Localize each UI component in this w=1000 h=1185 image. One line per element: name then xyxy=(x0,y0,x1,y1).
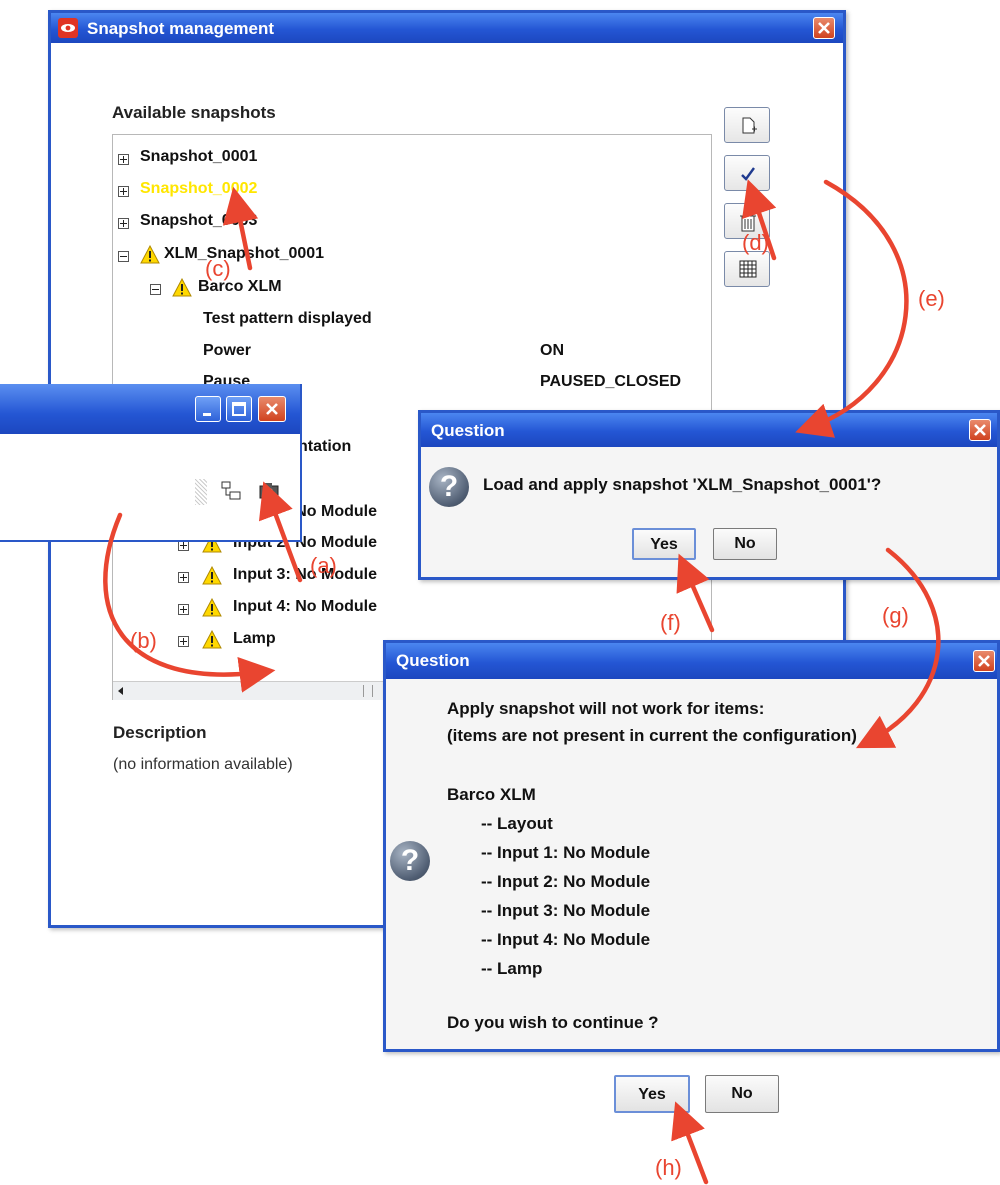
arrow-a xyxy=(258,481,303,583)
annotation-label-a: (a) xyxy=(310,553,337,578)
annotation-label-b: (b) xyxy=(130,628,157,653)
arrow-g xyxy=(855,547,941,749)
annotation-label-d: (d) xyxy=(742,230,769,255)
annotation-arrows xyxy=(103,179,941,1185)
arrow-h xyxy=(671,1101,709,1185)
annotation-label-e: (e) xyxy=(918,286,945,311)
arrow-f xyxy=(676,553,715,633)
annotation-label-c: (c) xyxy=(205,256,231,281)
arrow-e xyxy=(795,179,909,438)
annotation-label-f: (f) xyxy=(660,610,681,635)
arrow-c xyxy=(222,186,259,271)
annotation-label-h: (h) xyxy=(655,1155,682,1180)
arrow-b xyxy=(103,512,276,693)
annotation-label-g: (g) xyxy=(882,603,909,628)
